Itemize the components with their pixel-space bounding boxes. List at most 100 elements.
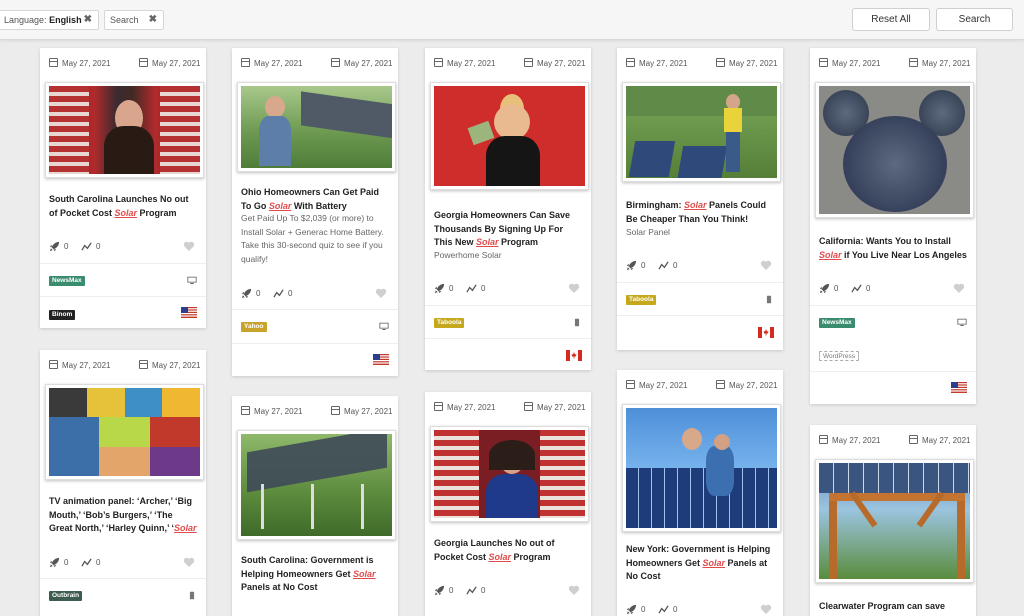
ad-image[interactable] [237,430,396,540]
heart-icon[interactable] [953,282,965,294]
ad-image[interactable] [237,82,396,172]
heart-icon[interactable] [568,282,580,294]
calendar-icon [331,58,340,67]
ad-image[interactable] [430,426,589,522]
calendar-icon [909,58,918,67]
calendar-icon [909,435,918,444]
calendar-icon [139,58,148,67]
reset-all-button[interactable]: Reset All [852,8,930,31]
ad-title[interactable]: TV animation panel: ‘Archer,’ ‘Big Mouth… [49,495,197,536]
last-seen-date: May 27, 2021 [716,380,777,392]
ad-card[interactable]: May 27, 2021 May 27, 2021 South Carolina… [40,48,206,328]
heart-icon[interactable] [760,259,772,271]
ad-title[interactable]: Georgia Launches No out of Pocket Cost S… [434,537,582,564]
ca-flag-icon [758,327,774,338]
language-filter-label: Language: [4,15,47,25]
ad-image[interactable] [815,459,974,583]
ad-card[interactable]: May 27, 2021 May 27, 2021 California: Wa… [810,48,976,404]
ad-title[interactable]: California: Wants You to Install Solar i… [819,235,967,262]
last-seen-date: May 27, 2021 [331,58,392,70]
ad-stats: 0 0 [434,585,582,599]
rocket-icon [241,288,252,299]
heart-icon[interactable] [183,240,195,252]
close-icon[interactable]: ✖ [84,11,92,29]
ad-image[interactable] [430,82,589,190]
ad-image-photo [241,434,392,536]
platform-tag[interactable]: WordPress [819,351,860,361]
ad-stats: 0 0 [626,604,774,616]
ad-card[interactable]: May 27, 2021 May 27, 2021 New York: Gove… [617,370,783,616]
ad-title[interactable]: Ohio Homeowners Can Get Paid To Go Solar… [241,186,389,213]
network-tag[interactable]: Yahoo [241,322,267,332]
ad-card[interactable]: May 27, 2021 May 27, 2021 South Carolina… [232,396,398,616]
ad-title[interactable]: New York: Government is Helping Homeowne… [626,543,774,584]
ad-title[interactable]: South Carolina Launches No out of Pocket… [49,193,197,220]
first-seen-date: May 27, 2021 [49,360,110,372]
close-icon[interactable]: ✖ [149,11,157,29]
heart-icon[interactable] [375,287,387,299]
calendar-icon [819,58,828,67]
ad-title[interactable]: Clearwater Program can save [819,600,967,614]
calendar-icon [241,406,250,415]
network-tag[interactable]: Taboola [626,295,657,305]
network-tag[interactable]: NewsMax [49,276,85,286]
ad-image-photo [626,408,777,528]
trend-icon [466,585,477,596]
heart-icon[interactable] [183,556,195,568]
ad-card[interactable]: May 27, 2021 May 27, 2021 TV animation p… [40,350,206,616]
ad-title[interactable]: Birmingham: Solar Panels Could Be Cheape… [626,199,774,226]
first-seen-date: May 27, 2021 [241,58,302,70]
last-seen-date: May 27, 2021 [139,360,200,372]
first-seen-date: May 27, 2021 [434,58,495,70]
ad-image[interactable] [622,404,781,532]
ad-description: Solar Panel [626,227,670,237]
rocket-icon [819,283,830,294]
us-flag-icon [951,382,967,393]
us-flag-icon [373,354,389,365]
filter-bar: Language: English ✖ Search ✖ Reset All S… [0,0,1024,40]
ad-title[interactable]: Georgia Homeowners Can Save Thousands By… [434,209,582,250]
calendar-icon [819,435,828,444]
ad-card[interactable]: May 27, 2021 May 27, 2021 Georgia Homeow… [425,48,591,370]
ad-card[interactable]: May 27, 2021 May 27, 2021 Birmingham: So… [617,48,783,350]
rocket-icon [434,585,445,596]
calendar-icon [241,58,250,67]
tracker-tag[interactable]: Binom [49,310,76,320]
heart-icon[interactable] [568,584,580,596]
ad-image[interactable] [45,82,204,178]
ad-card[interactable]: May 27, 2021 May 27, 2021 Clearwater Pro… [810,425,976,616]
network-tag[interactable]: Taboola [434,318,465,328]
desktop-icon [379,322,389,331]
first-seen-date: May 27, 2021 [434,402,495,414]
ad-card[interactable]: May 27, 2021 May 27, 2021 Georgia Launch… [425,392,591,616]
ad-stats: 0 0 [241,288,389,302]
ad-image[interactable] [45,384,204,480]
mobile-icon [764,295,774,304]
rocket-icon [434,283,445,294]
ad-image[interactable] [815,82,974,218]
calendar-icon [49,360,58,369]
calendar-icon [626,58,635,67]
us-flag-icon [181,307,197,318]
first-seen-date: May 27, 2021 [819,435,880,447]
network-tag[interactable]: NewsMax [819,318,855,328]
ad-image-photo [241,86,392,168]
ad-stats: 0 0 [626,260,774,274]
trend-icon [273,288,284,299]
network-tag[interactable]: Outbrain [49,591,83,601]
ad-card[interactable]: May 27, 2021 May 27, 2021 Ohio Homeowner… [232,48,398,376]
search-button[interactable]: Search [936,8,1013,31]
heart-icon[interactable] [760,603,772,615]
search-filter-label: Search [110,15,139,25]
ad-image[interactable] [622,82,781,182]
first-seen-date: May 27, 2021 [49,58,110,70]
search-filter-chip[interactable]: Search ✖ [104,10,164,30]
ca-flag-icon [566,350,582,361]
ad-stats: 0 0 [49,557,197,571]
ad-title[interactable]: South Carolina: Government is Helping Ho… [241,554,389,595]
ad-image-photo [819,86,970,214]
language-filter-value: English [49,15,82,25]
first-seen-date: May 27, 2021 [626,58,687,70]
language-filter-chip[interactable]: Language: English ✖ [0,10,99,30]
desktop-icon [187,276,197,285]
